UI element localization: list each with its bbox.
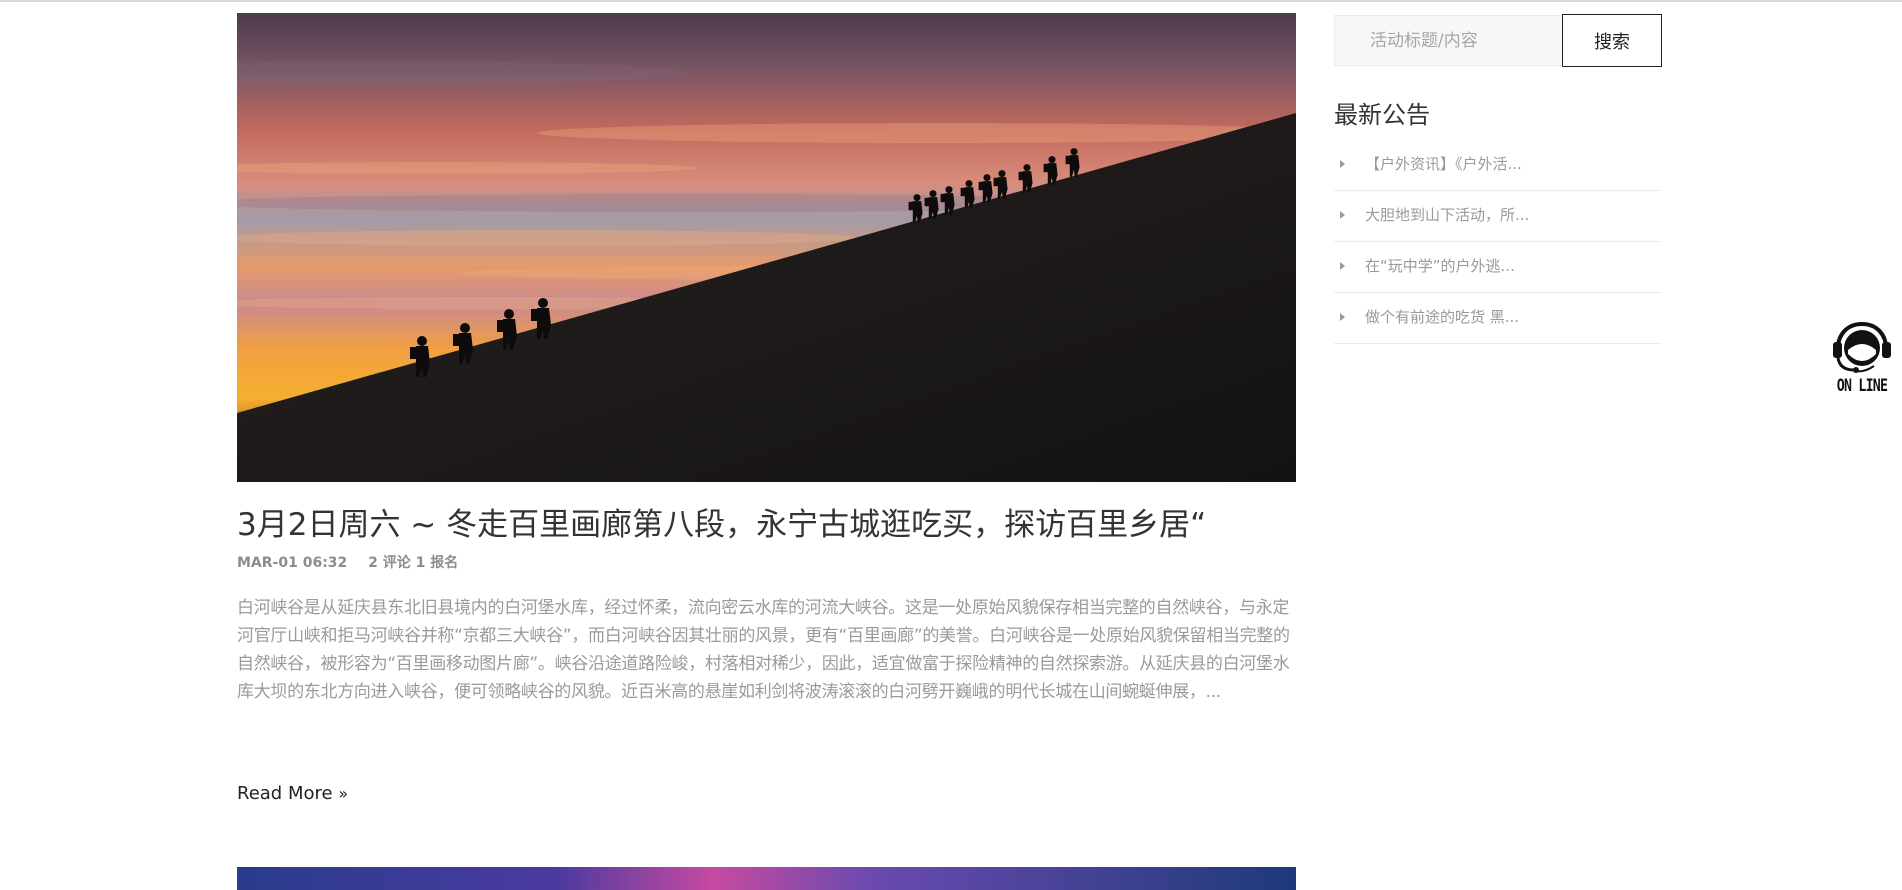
notice-item[interactable]: 【户外资讯】《户外活...	[1334, 140, 1662, 191]
top-divider	[0, 0, 1902, 2]
read-more-link[interactable]: Read More »	[237, 782, 348, 806]
notice-link[interactable]: 大胆地到山下活动，所...	[1365, 205, 1529, 225]
notice-link[interactable]: 在“玩中学”的户外逃...	[1365, 256, 1515, 276]
customer-service-headset-icon	[1833, 322, 1891, 373]
notice-link[interactable]: 做个有前途的吃货 黑...	[1365, 307, 1519, 327]
double-chevron-right-icon: »	[338, 784, 349, 803]
post-meta: MAR-01 06:32 2 评论 1 报名	[237, 554, 458, 572]
post-date: MAR-01 06:32	[237, 555, 348, 571]
notice-item[interactable]: 在“玩中学”的户外逃...	[1334, 242, 1662, 293]
post-excerpt: 白河峡谷是从延庆县东北旧县境内的白河堡水库，经过怀柔，流向密云水库的河流大峡谷。…	[237, 598, 1290, 702]
search-button[interactable]: 搜索	[1562, 14, 1662, 67]
online-service-widget[interactable]: ON LINE	[1828, 320, 1896, 400]
latest-notices-list: 【户外资讯】《户外活... 大胆地到山下活动，所... 在“玩中学”的户外逃..…	[1334, 140, 1662, 344]
next-post-image[interactable]	[237, 867, 1296, 890]
search-input[interactable]	[1334, 15, 1564, 66]
notice-item[interactable]: 做个有前途的吃货 黑...	[1334, 293, 1662, 344]
online-label: ON LINE	[1836, 376, 1888, 396]
caret-right-icon	[1340, 262, 1345, 270]
notice-item[interactable]: 大胆地到山下活动，所...	[1334, 191, 1662, 242]
post-featured-image[interactable]	[237, 13, 1296, 482]
caret-right-icon	[1340, 211, 1345, 219]
post-stats[interactable]: 2 评论 1 报名	[368, 555, 458, 571]
caret-right-icon	[1340, 160, 1345, 168]
post-title[interactable]: 3月2日周六 ~ 冬走百里画廊第八段，永宁古城逛吃买，探访百里乡居“	[237, 503, 1307, 547]
read-more-label: Read More	[237, 783, 333, 804]
latest-notices-title: 最新公告	[1334, 101, 1430, 129]
notice-link[interactable]: 【户外资讯】《户外活...	[1365, 154, 1522, 174]
caret-right-icon	[1340, 313, 1345, 321]
